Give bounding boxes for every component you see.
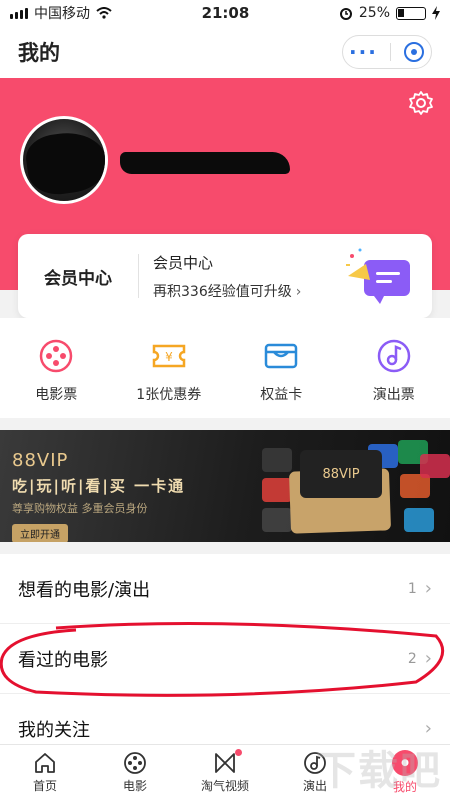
quick-action-benefit-card[interactable]: 权益卡: [226, 338, 336, 404]
vip-banner[interactable]: 88VIP 88VIP 吃|玩|听|看|买 一卡通 尊享购物权益 多重会员身份 …: [0, 430, 450, 542]
list-item-label: 想看的电影/演出: [18, 579, 151, 601]
member-card-exp[interactable]: 再积336经验值可升级 ›: [153, 281, 344, 301]
carrier-label: 中国移动: [34, 6, 90, 22]
music-note-icon: [377, 339, 410, 373]
quick-action-label: 电影票: [35, 387, 78, 403]
svg-text:¥: ¥: [165, 350, 173, 364]
battery-percent: 25%: [358, 5, 390, 21]
charging-icon: [432, 6, 440, 20]
menu-list: 想看的电影/演出 1 › 看过的电影 2 › 我的关注 ›: [0, 554, 450, 764]
quick-action-movie-ticket[interactable]: 电影票: [1, 338, 111, 404]
banner-headline: 吃|玩|听|看|买 一卡通: [12, 477, 186, 495]
battery-icon: [396, 6, 426, 20]
list-item-right: 2 ›: [408, 648, 432, 669]
list-item-count: 1: [407, 580, 417, 597]
quick-actions: 电影票 ¥ 1张优惠券 权益卡 演出票: [0, 318, 450, 418]
banner-app-tile: [262, 478, 292, 502]
tab-video[interactable]: 淘气视频: [180, 749, 270, 794]
wifi-icon: [96, 7, 112, 19]
chevron-right-icon: ›: [424, 648, 432, 669]
tab-label: 首页: [32, 779, 57, 793]
banner-subtitle: 尊享购物权益 多重会员身份: [12, 502, 148, 515]
list-item-label: 看过的电影: [18, 649, 108, 671]
card-icon: [265, 343, 298, 369]
signal-icon: [10, 7, 28, 19]
list-item-label: 我的关注: [18, 719, 90, 741]
banner-content: 88VIP 吃|玩|听|看|买 一卡通 尊享购物权益 多重会员身份 立即开通: [12, 450, 185, 542]
page-title: 我的: [18, 41, 60, 65]
chevron-right-icon: ›: [424, 578, 432, 599]
video-icon: [215, 753, 235, 773]
header: 我的 ···: [0, 26, 450, 78]
banner-app-tile: [262, 508, 292, 532]
status-left: 中国移动: [10, 3, 112, 23]
banner-app-tile: [420, 454, 450, 478]
gear-icon[interactable]: [408, 90, 434, 116]
quick-action-label: 1张优惠券: [136, 387, 202, 403]
member-card-name: 会员中心: [153, 253, 214, 272]
home-icon: [35, 753, 55, 773]
avatar-redaction: [23, 127, 105, 199]
banner-vip-title: 88VIP: [12, 450, 69, 471]
mini-program-capsule: ···: [342, 35, 432, 69]
party-popper-icon: [346, 248, 410, 304]
capsule-divider: [389, 43, 391, 61]
status-time: 21:08: [201, 4, 250, 22]
username-redaction: [120, 152, 290, 174]
banner-card-label: 88VIP: [300, 450, 382, 498]
quick-action-label: 演出票: [372, 387, 415, 403]
banner-cta-button[interactable]: 立即开通: [12, 524, 68, 542]
banner-app-tile: [404, 508, 434, 532]
quick-action-show-ticket[interactable]: 演出票: [339, 338, 449, 404]
list-item-right: ›: [417, 718, 432, 739]
tab-bar: 首页 电影 淘气视频 演出 ● 我的: [0, 744, 450, 800]
tab-home[interactable]: 首页: [0, 751, 90, 794]
chevron-right-icon: ›: [424, 718, 432, 739]
tab-movie[interactable]: 电影: [90, 751, 180, 794]
banner-app-tile: [262, 448, 292, 472]
tab-show[interactable]: 演出: [270, 751, 360, 794]
member-center-card[interactable]: 会员中心 会员中心 再积336经验值可升级 ›: [18, 234, 432, 318]
tab-mine[interactable]: ● 我的: [360, 750, 450, 795]
chevron-right-icon: ›: [295, 283, 302, 300]
tab-label: 电影: [122, 779, 147, 793]
avatar[interactable]: [20, 116, 108, 204]
film-reel-icon: [124, 752, 146, 774]
member-card-title: 会员中心: [44, 268, 112, 289]
list-item-right: 1 ›: [408, 578, 432, 599]
coupon-icon: ¥: [152, 344, 185, 368]
member-card-exp-text: 再积336经验值可升级: [153, 283, 292, 300]
alarm-icon: [339, 8, 352, 20]
quick-action-coupon[interactable]: ¥ 1张优惠券: [114, 338, 224, 404]
list-item-want-to-watch[interactable]: 想看的电影/演出 1 ›: [0, 554, 450, 624]
list-item-watched[interactable]: 看过的电影 2 ›: [0, 624, 450, 694]
list-item-count: 2: [407, 650, 417, 667]
film-reel-icon: [40, 339, 73, 373]
status-right: 25%: [339, 5, 440, 21]
tab-label: 我的: [392, 780, 417, 794]
tab-label: 淘气视频: [200, 779, 249, 793]
tab-label: 演出: [302, 779, 327, 793]
music-note-icon: [304, 752, 326, 774]
target-close-icon[interactable]: [403, 41, 425, 63]
member-card-info: 会员中心 再积336经验值可升级 ›: [139, 252, 344, 301]
mine-icon: ●: [392, 750, 418, 776]
more-dots-icon[interactable]: ···: [349, 42, 378, 62]
status-bar: 中国移动 21:08 25%: [0, 0, 450, 26]
quick-action-label: 权益卡: [260, 387, 303, 403]
notification-dot: [235, 749, 242, 756]
